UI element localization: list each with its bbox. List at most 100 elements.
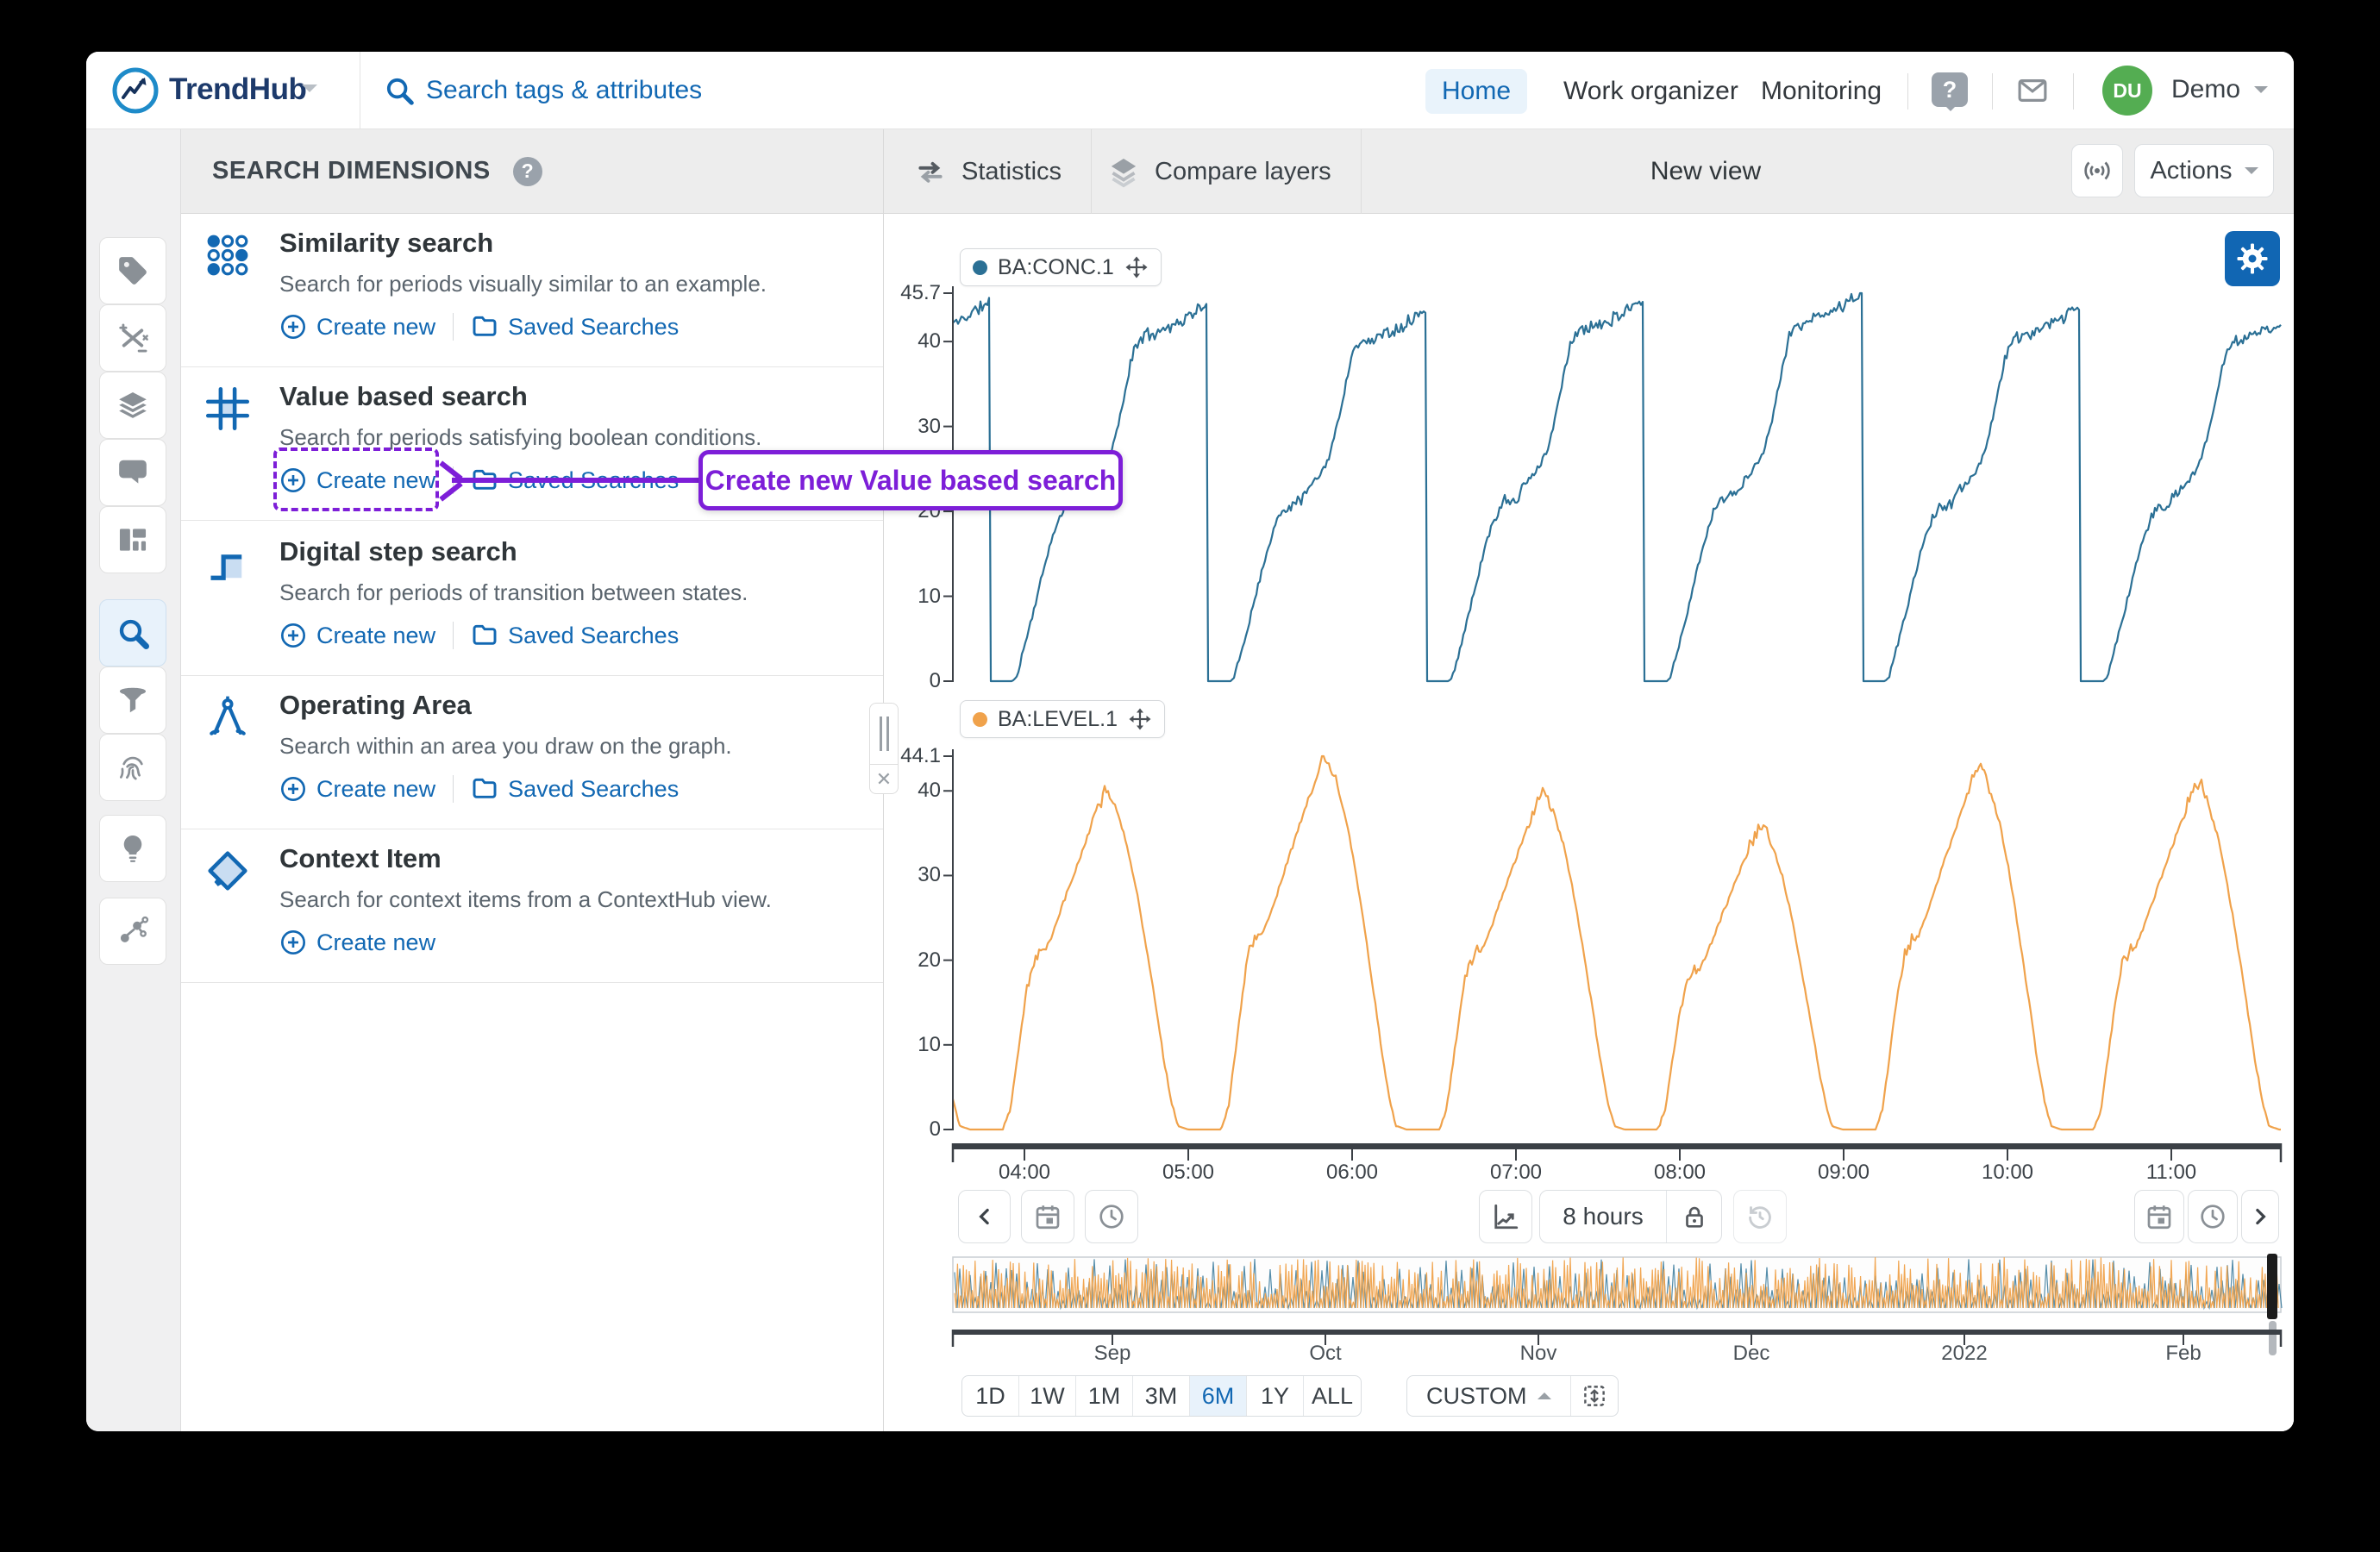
saved-searches-link[interactable]: Saved Searches xyxy=(471,775,679,803)
fit-screen-icon xyxy=(1580,1381,1609,1411)
create-new-link[interactable]: Create new xyxy=(279,775,435,803)
mail-icon[interactable] xyxy=(2014,72,2051,109)
statistics-button[interactable]: Statistics xyxy=(884,129,1092,214)
range-button-3m[interactable]: 3M xyxy=(1133,1376,1190,1416)
user-name[interactable]: Demo xyxy=(2171,75,2240,104)
digital-step-search-icon xyxy=(205,541,250,586)
end-time-button[interactable] xyxy=(2188,1190,2238,1243)
rail-formula-icon[interactable] xyxy=(99,304,166,372)
pan-left-button[interactable] xyxy=(958,1190,1011,1243)
app-switcher-caret-icon[interactable] xyxy=(302,84,317,100)
compare-layers-button[interactable]: Compare layers xyxy=(1077,129,1362,214)
rail-dashboard-icon[interactable] xyxy=(99,506,166,573)
fit-range-button[interactable] xyxy=(1571,1376,1618,1416)
scale-mode-button[interactable] xyxy=(1479,1190,1532,1243)
live-broadcast-button[interactable] xyxy=(2071,144,2123,197)
user-menu-caret-icon[interactable] xyxy=(2254,86,2268,100)
drag-grip-icon[interactable] xyxy=(869,703,899,765)
rail-filter-icon[interactable] xyxy=(99,666,166,734)
rail-fingerprint-icon[interactable] xyxy=(99,734,166,801)
chart-settings-button[interactable] xyxy=(2225,231,2280,286)
series-color-dot xyxy=(973,712,987,727)
range-button-1w[interactable]: 1W xyxy=(1019,1376,1076,1416)
broadcast-icon xyxy=(2081,154,2114,187)
rail-bulb-icon[interactable] xyxy=(99,815,166,882)
dimension-description: Search within an area you draw on the gr… xyxy=(279,733,732,760)
chart-canvas[interactable]: 45.7403020100 44.1403020100 04:0005:0006… xyxy=(884,214,2294,1431)
time-axis-label: 09:00 xyxy=(1801,1161,1887,1185)
overview-month-label: 2022 xyxy=(1921,1342,2007,1366)
caret-up-icon xyxy=(1538,1386,1551,1399)
rail-tag-icon[interactable] xyxy=(99,237,166,304)
start-date-button[interactable] xyxy=(1021,1190,1074,1243)
operating-area-icon xyxy=(205,695,250,740)
saved-searches-link[interactable]: Saved Searches xyxy=(471,622,679,649)
app-title: TrendHub xyxy=(169,72,306,107)
time-axis-label: 04:00 xyxy=(981,1161,1068,1185)
range-button-1d[interactable]: 1D xyxy=(962,1376,1019,1416)
avatar[interactable]: DU xyxy=(2102,66,2152,116)
search-icon xyxy=(383,74,416,107)
pan-right-button[interactable] xyxy=(2241,1190,2279,1243)
dimension-digital-step-search: Digital step search Search for periods o… xyxy=(181,523,883,676)
create-new-link[interactable]: Create new xyxy=(279,929,435,956)
overview-scroll-handle[interactable] xyxy=(2262,1248,2288,1361)
custom-range-button[interactable]: CUSTOM xyxy=(1407,1376,1571,1416)
rail-search-icon[interactable] xyxy=(99,599,166,666)
tab-work-organizer[interactable]: Work organizer xyxy=(1546,69,1756,114)
time-axis-label: 06:00 xyxy=(1309,1161,1395,1185)
plus-circle-icon xyxy=(279,622,307,649)
move-icon[interactable] xyxy=(1128,707,1152,731)
dimension-similarity-search: Similarity search Search for periods vis… xyxy=(181,214,883,367)
panel-title: SEARCH DIMENSIONS xyxy=(212,157,491,185)
create-new-link[interactable]: Create new xyxy=(279,622,435,649)
tag-pill-level[interactable]: BA:LEVEL.1 xyxy=(960,700,1165,738)
search-input[interactable] xyxy=(426,69,1168,112)
range-button-1m[interactable]: 1M xyxy=(1076,1376,1133,1416)
range-button-6m[interactable]: 6M xyxy=(1190,1376,1247,1416)
create-new-link[interactable]: Create new xyxy=(279,313,435,341)
end-date-button[interactable] xyxy=(2134,1190,2184,1243)
rail-network-icon[interactable] xyxy=(99,898,166,965)
panel-header: SEARCH DIMENSIONS ? xyxy=(181,129,883,214)
panel-close-icon[interactable]: ✕ xyxy=(869,765,899,794)
time-axis-label: 11:00 xyxy=(2128,1161,2214,1185)
divider xyxy=(453,622,454,649)
caret-down-icon xyxy=(2245,167,2258,181)
divider xyxy=(453,313,454,341)
divider xyxy=(453,775,454,803)
saved-searches-link[interactable]: Saved Searches xyxy=(471,313,679,341)
time-axis-label: 07:00 xyxy=(1473,1161,1559,1185)
overview-month-label: Nov xyxy=(1495,1342,1581,1366)
dimension-title: Context Item xyxy=(279,843,442,874)
annotation-arrow-line xyxy=(452,478,702,483)
tab-monitoring[interactable]: Monitoring xyxy=(1744,69,1899,114)
history-back-button[interactable] xyxy=(1733,1190,1787,1243)
panel-resize-handle[interactable]: ✕ xyxy=(869,703,899,794)
chevron-right-icon xyxy=(2247,1204,2273,1230)
lock-duration-button[interactable] xyxy=(1666,1191,1721,1242)
tag-pill-conc[interactable]: BA:CONC.1 xyxy=(960,248,1162,286)
folder-icon xyxy=(471,313,498,341)
start-time-button[interactable] xyxy=(1085,1190,1138,1243)
chevron-left-icon xyxy=(972,1204,998,1230)
tab-home[interactable]: Home xyxy=(1425,69,1527,114)
left-icon-rail xyxy=(86,129,181,1431)
folder-icon xyxy=(471,775,498,803)
compare-layers-icon xyxy=(1106,154,1141,189)
rail-comment-icon[interactable] xyxy=(99,439,166,506)
panel-help-icon[interactable]: ? xyxy=(513,157,542,186)
range-button-all[interactable]: ALL xyxy=(1304,1376,1361,1416)
move-icon[interactable] xyxy=(1124,255,1149,279)
chart-column: Statistics Compare layers New view Actio… xyxy=(884,129,2294,1431)
rail-layers-icon[interactable] xyxy=(99,372,166,439)
help-button[interactable]: ? xyxy=(1932,72,1968,107)
range-button-1y[interactable]: 1Y xyxy=(1247,1376,1304,1416)
overview-month-label: Sep xyxy=(1069,1342,1156,1366)
duration-label[interactable]: 8 hours xyxy=(1540,1191,1666,1242)
calendar-icon xyxy=(2144,1201,2175,1232)
duration-group: 8 hours xyxy=(1539,1190,1722,1243)
time-axis-label: 08:00 xyxy=(1637,1161,1723,1185)
chart-toolbar: Statistics Compare layers New view Actio… xyxy=(884,129,2294,214)
actions-button[interactable]: Actions xyxy=(2134,144,2274,197)
